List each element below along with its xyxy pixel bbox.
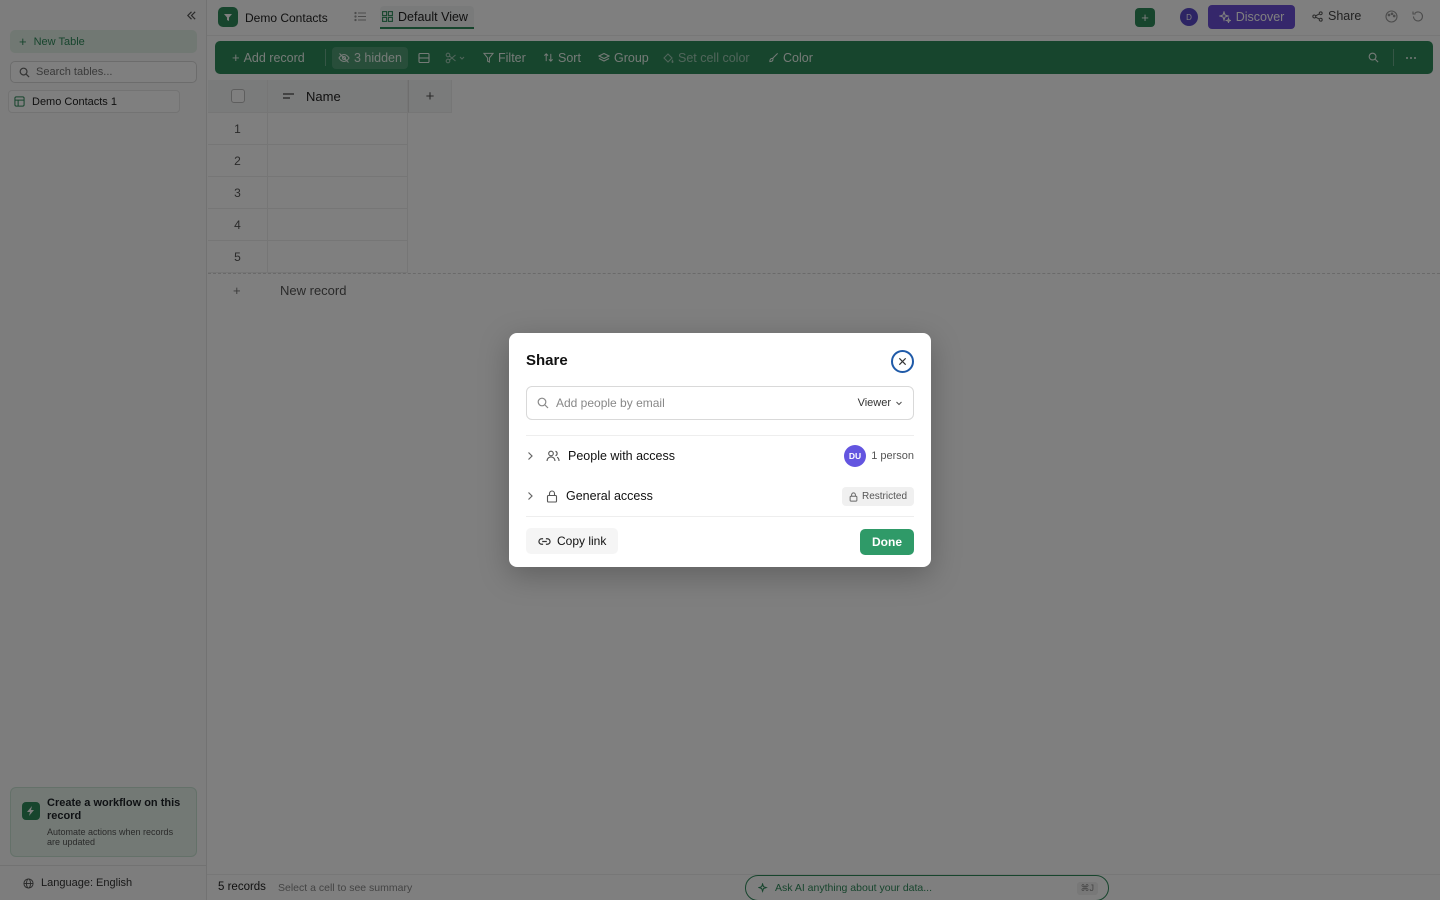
lock-icon [849,491,858,502]
general-access-row[interactable]: General access Restricted [526,482,914,510]
chevron-right-icon [526,491,536,501]
divider [526,516,914,517]
email-input[interactable] [556,396,836,410]
copy-link-label: Copy link [557,534,607,548]
people-count: 1 person [871,450,914,462]
share-dialog: Share Viewer People with access DU 1 per… [509,333,931,567]
general-access-value: Restricted [861,491,907,502]
role-value: Viewer [857,397,891,409]
close-icon [898,357,907,366]
chevron-right-icon [526,451,536,461]
search-icon [537,397,549,409]
avatar: DU [844,445,866,467]
close-button[interactable] [891,350,914,373]
link-icon [538,537,551,546]
divider [526,435,914,436]
general-access-label: General access [566,489,653,503]
people-with-access-row[interactable]: People with access DU 1 person [526,442,914,470]
users-icon [546,450,560,462]
role-select[interactable]: Viewer [858,397,903,409]
lock-icon [546,489,558,503]
dialog-title: Share [526,352,568,369]
copy-link-button[interactable]: Copy link [526,528,619,554]
chevron-down-icon [895,399,903,407]
done-button[interactable]: Done [860,529,914,555]
people-with-access-label: People with access [568,449,676,463]
status-badge[interactable]: Restricted [841,487,914,506]
add-people-field[interactable]: Viewer [526,386,914,420]
